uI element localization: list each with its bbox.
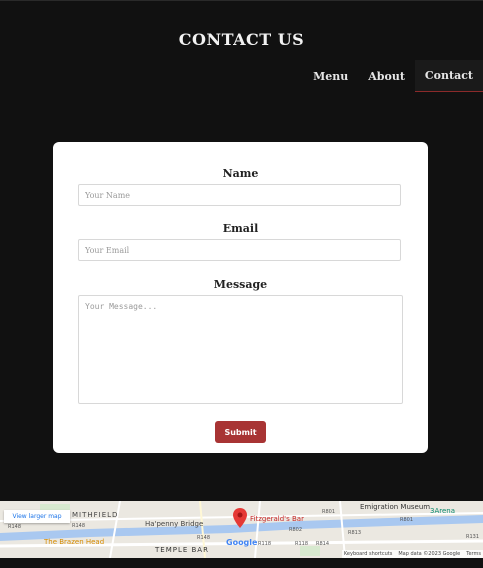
embedded-map[interactable]: View larger map Emigration Museum 3Arena…	[0, 501, 483, 558]
road-label: R802	[289, 527, 303, 533]
road-label: R148	[197, 535, 211, 541]
email-label: Email	[222, 222, 259, 235]
terms-link[interactable]: Terms	[466, 551, 481, 557]
map-place-temple-bar: TEMPLE BAR	[155, 546, 209, 554]
nav-contact-link[interactable]: Contact	[414, 60, 483, 92]
map-place-emigration-museum: Emigration Museum	[360, 503, 431, 511]
contact-form: Name Email Message Submit	[53, 142, 428, 453]
name-label: Name	[222, 167, 259, 180]
bottom-strip	[0, 558, 483, 568]
top-divider	[0, 0, 483, 1]
road-label: R131	[466, 534, 480, 540]
main-nav: Menu About Contact	[303, 60, 483, 92]
map-place-3arena: 3Arena	[430, 507, 455, 515]
road-label: R148	[72, 523, 86, 529]
road-label: R118	[258, 541, 272, 547]
road-label: R814	[316, 541, 330, 547]
map-place-smithfield: MITHFIELD	[72, 511, 119, 519]
map-place-fitzgeralds-bar: Fitzgerald's Bar	[250, 515, 304, 523]
message-textarea[interactable]	[78, 295, 403, 404]
road-label: R801	[322, 509, 336, 515]
road-label: R148	[8, 524, 22, 530]
view-larger-map-link[interactable]: View larger map	[4, 510, 70, 523]
email-input[interactable]	[78, 239, 401, 261]
nav-about-link[interactable]: About	[358, 60, 415, 92]
keyboard-shortcuts-link[interactable]: Keyboard shortcuts	[344, 551, 392, 557]
road-label: R118	[295, 541, 309, 547]
map-pin-icon[interactable]	[233, 508, 247, 528]
google-logo: Google	[226, 538, 258, 547]
road-label: R813	[348, 530, 362, 536]
page-title: CONTACT US	[178, 30, 305, 49]
map-place-hapenny-bridge: Ha'penny Bridge	[145, 520, 204, 528]
map-place-brazen-head: The Brazen Head	[44, 538, 105, 546]
submit-button[interactable]: Submit	[215, 421, 266, 443]
map-attribution: Keyboard shortcuts Map data ©2023 Google…	[341, 550, 483, 558]
message-label: Message	[213, 278, 268, 291]
nav-menu-link[interactable]: Menu	[303, 60, 358, 92]
name-input[interactable]	[78, 184, 401, 206]
map-data-notice: Map data ©2023 Google	[398, 551, 461, 557]
road-label: R801	[400, 517, 414, 523]
